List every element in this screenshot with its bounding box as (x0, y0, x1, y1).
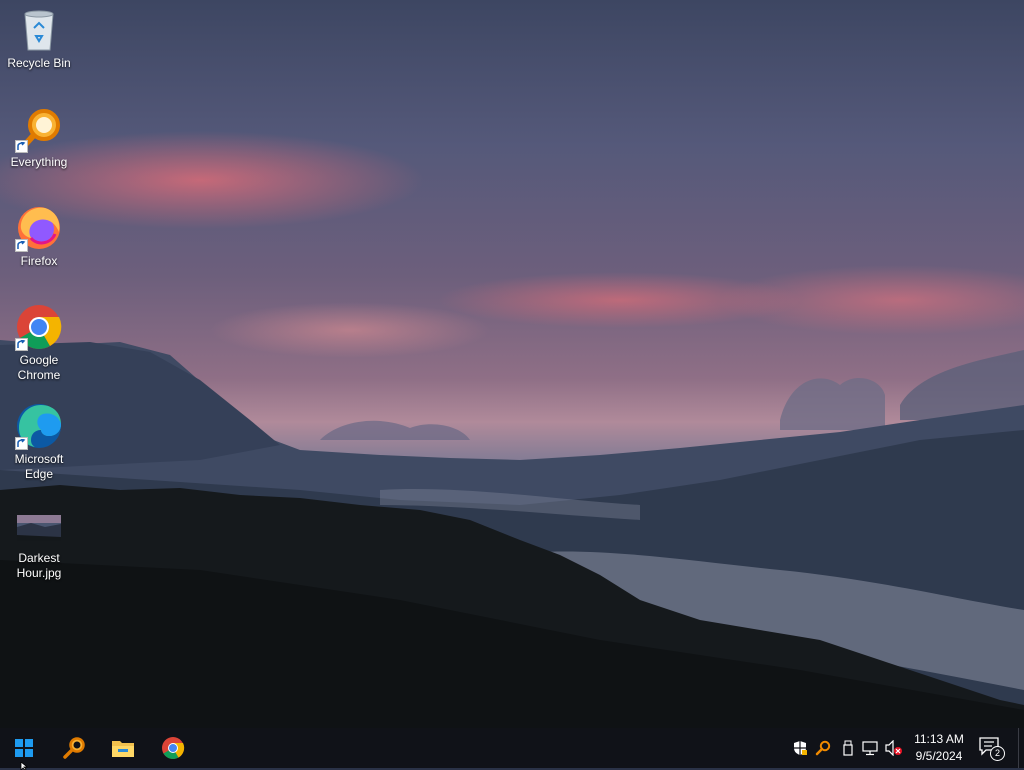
everything-search-icon (63, 737, 85, 759)
desktop-icon-edge[interactable]: Microsoft Edge (1, 402, 77, 482)
desktop-wallpaper (0, 0, 1024, 728)
security-shield-icon[interactable] (792, 740, 808, 756)
shortcut-arrow-icon (15, 437, 28, 450)
desktop-icon-label: Firefox (20, 254, 58, 268)
shortcut-arrow-icon (15, 239, 28, 252)
mouse-cursor-icon (20, 762, 29, 770)
taskbar-chrome-button[interactable] (149, 728, 197, 768)
wallpaper-landscape (0, 340, 1024, 728)
taskbar-everything-button[interactable] (50, 728, 98, 768)
taskbar-file-explorer-button[interactable] (99, 728, 147, 768)
firefox-icon (15, 204, 63, 252)
notification-count-badge: 2 (990, 746, 1005, 761)
desktop-icon-label: Darkest Hour.jpg (16, 551, 62, 580)
desktop-icon-label: Microsoft Edge (14, 452, 64, 481)
taskbar-clock[interactable]: 11:13 AM 9/5/2024 (904, 731, 974, 765)
usb-drive-icon[interactable] (840, 740, 856, 756)
desktop-icon-firefox[interactable]: Firefox (1, 204, 77, 269)
desktop-icon-label: Google Chrome (17, 353, 61, 382)
chrome-icon (15, 303, 63, 351)
network-icon[interactable] (862, 740, 878, 756)
chrome-icon (162, 737, 185, 759)
windows-start-icon (15, 739, 33, 757)
edge-icon (15, 402, 63, 450)
desktop-icon-darkest-hour[interactable]: Darkest Hour.jpg (1, 501, 77, 581)
clock-date: 9/5/2024 (915, 749, 963, 763)
taskbar: 11:13 AM 9/5/2024 2 (0, 728, 1024, 768)
desktop-icon-label: Everything (10, 155, 68, 169)
shortcut-arrow-icon (15, 140, 28, 153)
everything-search-icon (15, 105, 63, 153)
action-center-button[interactable]: 2 (978, 736, 1005, 761)
desktop-icon-recycle-bin[interactable]: Recycle Bin (1, 6, 77, 71)
image-file-icon (15, 501, 63, 549)
desktop-icon-everything[interactable]: Everything (1, 105, 77, 170)
clock-time: 11:13 AM (914, 732, 964, 746)
desktop-icon-chrome[interactable]: Google Chrome (1, 303, 77, 383)
show-desktop-button[interactable] (1018, 728, 1024, 768)
folder-icon (112, 741, 134, 757)
volume-muted-icon[interactable] (885, 739, 902, 757)
recycle-bin-icon (15, 6, 63, 54)
everything-tray-icon[interactable] (815, 740, 831, 756)
shortcut-arrow-icon (15, 338, 28, 351)
desktop-icon-label: Recycle Bin (7, 56, 71, 70)
